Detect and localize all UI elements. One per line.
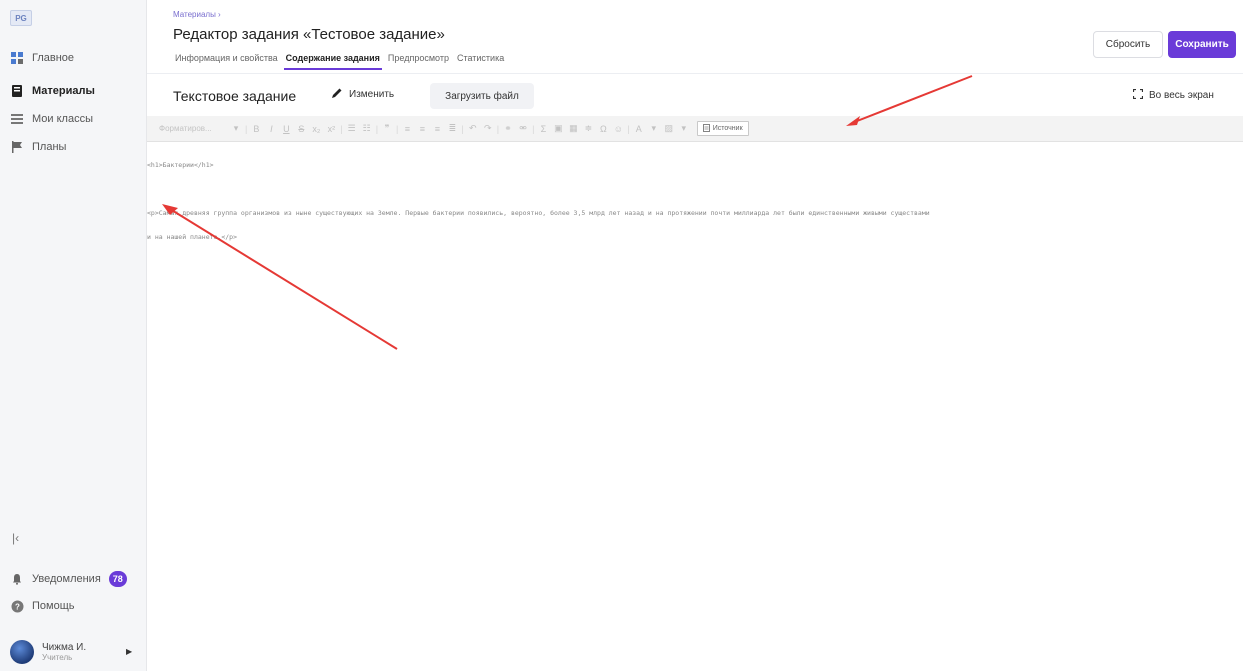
- toolbar-divider: |: [532, 123, 535, 134]
- horizontal-line-icon[interactable]: ≑: [582, 123, 594, 134]
- sidebar-item-label: Материалы: [32, 85, 95, 97]
- align-right-icon[interactable]: ≡: [431, 124, 443, 134]
- avatar: [10, 640, 34, 664]
- toolbar-divider: |: [340, 123, 343, 134]
- tab-statistics[interactable]: Статистика: [455, 50, 506, 70]
- toolbar-divider: |: [245, 123, 248, 134]
- page-title: Редактор задания «Тестовое задание»: [173, 26, 445, 43]
- collapse-sidebar-icon[interactable]: |‹: [12, 531, 19, 545]
- sidebar-item-notifications[interactable]: Уведомления 78: [10, 571, 127, 587]
- tab-content[interactable]: Содержание задания: [283, 50, 382, 70]
- editor-header: Текстовое задание Изменить Загрузить фай…: [147, 73, 1243, 115]
- svg-text:?: ?: [15, 602, 20, 611]
- bell-icon: [10, 572, 24, 586]
- toolbar-divider: |: [627, 123, 630, 134]
- special-char-icon[interactable]: Ω: [597, 124, 609, 134]
- text-color-icon[interactable]: A: [633, 124, 645, 134]
- toolbar-divider: |: [375, 123, 379, 134]
- fullscreen-icon: [1132, 88, 1144, 102]
- sidebar-item-label: Главное: [32, 52, 75, 64]
- sidebar-item-plans[interactable]: Планы: [10, 138, 66, 156]
- table-icon: [10, 112, 24, 126]
- edit-label: Изменить: [349, 89, 395, 100]
- source-button[interactable]: Источник: [696, 121, 749, 136]
- tab-info[interactable]: Информация и свойства: [173, 50, 280, 70]
- tab-preview[interactable]: Предпросмотр: [386, 50, 451, 70]
- user-menu[interactable]: Чижма И. Учитель ▶: [10, 640, 132, 664]
- table-insert-icon[interactable]: ▦: [567, 123, 579, 134]
- tabs: Информация и свойства Содержание задания…: [173, 50, 506, 70]
- code-line: и на нашей планете.</p>: [147, 233, 238, 241]
- user-name: Чижма И.: [42, 641, 87, 653]
- subscript-icon[interactable]: x₂: [310, 124, 322, 134]
- strikethrough-icon[interactable]: S: [295, 124, 307, 134]
- editor-title: Текстовое задание: [173, 88, 297, 104]
- bold-icon[interactable]: B: [250, 124, 262, 134]
- chevron-down-icon[interactable]: ▾: [648, 123, 660, 134]
- sidebar-item-classes[interactable]: Мои классы: [10, 110, 93, 128]
- sidebar-item-label: Планы: [32, 141, 67, 153]
- numbered-list-icon[interactable]: ☰: [346, 123, 358, 134]
- toolbar-divider: |: [496, 123, 500, 134]
- source-label: Источник: [712, 125, 743, 132]
- breadcrumb[interactable]: Материалы ›: [173, 10, 221, 19]
- fullscreen-button[interactable]: Во весь экран: [1132, 88, 1214, 102]
- notifications-badge: 78: [108, 571, 127, 587]
- editor-toolbar: Форматиров... ▾ | B I U S x₂ x² | ☰ ☷ | …: [147, 116, 1243, 142]
- help-label: Помощь: [32, 600, 75, 612]
- sidebar-item-materials[interactable]: Материалы: [10, 82, 95, 100]
- fullscreen-label: Во весь экран: [1149, 90, 1214, 101]
- undo-icon[interactable]: ↶: [467, 123, 479, 134]
- image-icon[interactable]: ▣: [552, 123, 564, 134]
- background-color-icon[interactable]: ▨: [663, 123, 675, 134]
- edit-button[interactable]: Изменить: [331, 87, 394, 102]
- align-justify-icon[interactable]: ≣: [446, 123, 458, 134]
- code-line: <p>Самая древняя группа организмов из ны…: [147, 209, 930, 217]
- unlink-icon[interactable]: ⚮: [517, 123, 529, 134]
- superscript-icon[interactable]: x²: [325, 124, 337, 134]
- logo[interactable]: PG: [10, 10, 32, 26]
- save-button[interactable]: Сохранить: [1168, 31, 1236, 58]
- notifications-label: Уведомления: [32, 573, 101, 585]
- align-center-icon[interactable]: ≡: [416, 124, 428, 134]
- user-role: Учитель: [42, 652, 73, 662]
- toolbar-divider: |: [396, 123, 399, 134]
- format-select[interactable]: Форматиров...: [159, 124, 227, 133]
- source-code-editor[interactable]: <h1>Бактерии</h1> <p>Самая древняя групп…: [147, 145, 1243, 257]
- chevron-right-icon: ▶: [126, 647, 133, 656]
- formula-icon[interactable]: Σ: [537, 124, 549, 134]
- app: PG Главное Материалы Мои классы Планы |‹…: [0, 0, 1243, 671]
- redo-icon[interactable]: ↷: [482, 123, 494, 134]
- book-icon: [10, 84, 24, 98]
- flag-icon: [10, 140, 24, 154]
- reset-button[interactable]: Сбросить: [1093, 31, 1163, 58]
- main-content: Материалы › Редактор задания «Тестовое з…: [147, 0, 1243, 671]
- link-icon[interactable]: ⚭: [502, 123, 514, 134]
- document-icon: [702, 123, 710, 134]
- emoji-icon[interactable]: ☺: [612, 124, 624, 134]
- chevron-down-icon[interactable]: ▾: [678, 123, 690, 134]
- sidebar: PG Главное Материалы Мои классы Планы |‹…: [0, 0, 147, 671]
- upload-file-button[interactable]: Загрузить файл: [430, 83, 534, 109]
- pencil-icon: [331, 87, 343, 102]
- help-icon: ?: [10, 599, 24, 613]
- code-line: <h1>Бактерии</h1>: [147, 161, 214, 169]
- italic-icon[interactable]: I: [265, 124, 277, 134]
- blockquote-icon[interactable]: ❞: [381, 123, 393, 134]
- sidebar-item-help[interactable]: ? Помощь: [10, 599, 75, 613]
- align-left-icon[interactable]: ≡: [401, 124, 413, 134]
- sidebar-item-home[interactable]: Главное: [10, 49, 74, 67]
- underline-icon[interactable]: U: [280, 124, 292, 134]
- grid-icon: [10, 51, 24, 65]
- chevron-down-icon[interactable]: ▾: [230, 123, 242, 134]
- bullet-list-icon[interactable]: ☷: [361, 123, 373, 134]
- toolbar-divider: |: [461, 123, 464, 134]
- sidebar-item-label: Мои классы: [32, 113, 93, 125]
